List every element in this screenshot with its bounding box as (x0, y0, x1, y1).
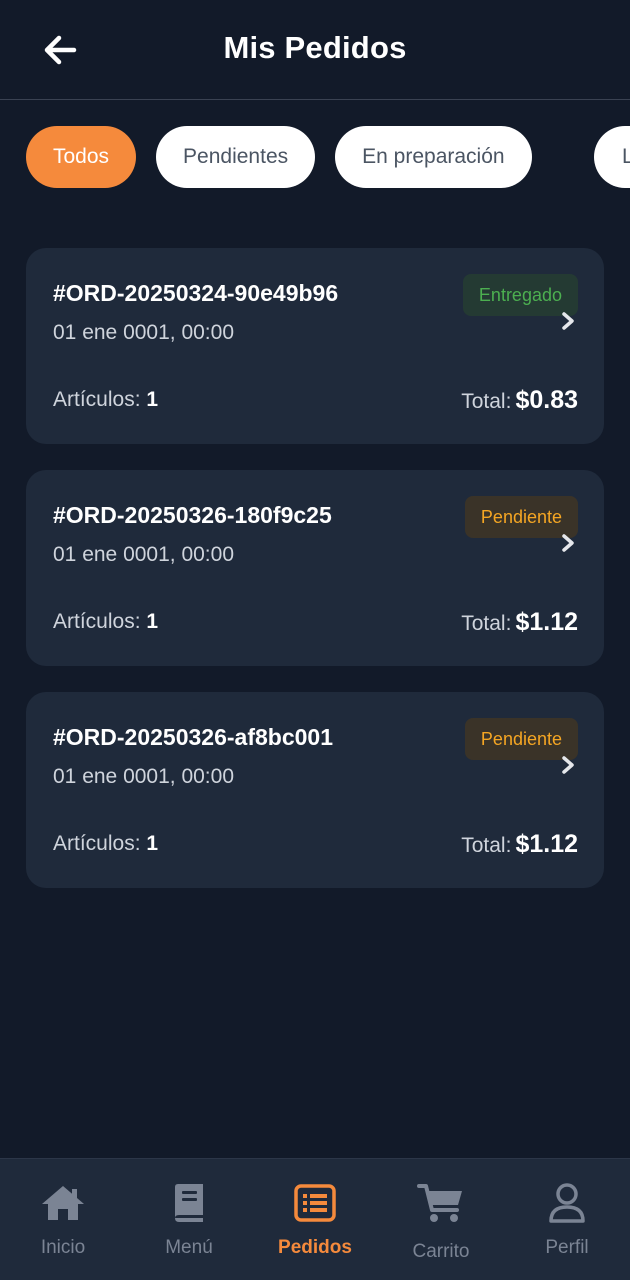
filter-chip-overflow: L (594, 126, 630, 188)
order-items: Artículos: 1 (53, 388, 158, 412)
order-card[interactable]: #ORD-20250324-90e49b96 01 ene 0001, 00:0… (26, 248, 604, 444)
filter-chip-pendientes[interactable]: Pendientes (156, 126, 316, 188)
filter-chip-en-preparacion[interactable]: En preparación (335, 126, 532, 188)
chevron-right-icon (558, 310, 578, 332)
items-count: 1 (146, 388, 159, 411)
nav-label: Pedidos (278, 1237, 352, 1258)
nav-label: Perfil (545, 1237, 589, 1258)
order-items: Artículos: 1 (53, 610, 158, 634)
items-label: Artículos: (53, 388, 141, 411)
total-label: Total: (461, 390, 512, 413)
nav-label: Inicio (40, 1237, 86, 1258)
order-total: Total: $0.83 (461, 386, 578, 415)
total-label: Total: (461, 834, 512, 857)
order-date: 01 ene 0001, 00:00 (53, 543, 235, 566)
orders-screen: Mis Pedidos Todos Pendientes En preparac… (0, 0, 630, 1280)
list-icon (291, 1181, 339, 1225)
nav-label: Carrito (412, 1241, 470, 1262)
order-total: Total: $1.12 (461, 830, 578, 859)
total-value: $1.12 (515, 830, 578, 858)
nav-item-inicio[interactable]: Inicio (0, 1159, 126, 1280)
items-label: Artículos: (53, 610, 141, 633)
total-label: Total: (461, 612, 512, 635)
order-id: #ORD-20250326-180f9c25 (53, 502, 332, 528)
nav-item-menu[interactable]: Menú (126, 1159, 252, 1280)
chevron-right-icon (558, 532, 578, 554)
user-icon (543, 1181, 591, 1225)
order-total: Total: $1.12 (461, 608, 578, 637)
home-icon (39, 1181, 87, 1225)
order-items: Artículos: 1 (53, 832, 158, 856)
order-date: 01 ene 0001, 00:00 (53, 765, 235, 788)
nav-item-carrito[interactable]: Carrito (378, 1159, 504, 1280)
filter-chip-todos[interactable]: Todos (26, 126, 137, 188)
nav-label: Menú (165, 1237, 213, 1258)
order-id: #ORD-20250326-af8bc001 (53, 724, 334, 750)
total-value: $1.12 (515, 608, 578, 636)
order-card[interactable]: #ORD-20250326-180f9c25 01 ene 0001, 00:0… (26, 470, 604, 666)
cart-icon (417, 1181, 465, 1225)
chevron-right-icon (558, 754, 578, 776)
book-icon (165, 1181, 213, 1225)
total-value: $0.83 (515, 386, 578, 414)
order-id: #ORD-20250324-90e49b96 (53, 280, 339, 306)
filter-chip-partial[interactable]: L (594, 126, 630, 188)
nav-item-pedidos[interactable]: Pedidos (252, 1159, 378, 1280)
order-card[interactable]: #ORD-20250326-af8bc001 01 ene 0001, 00:0… (26, 692, 604, 888)
items-label: Artículos: (53, 832, 141, 855)
status-filter-bar: Todos Pendientes En preparación (26, 126, 532, 188)
app-header: Mis Pedidos (0, 0, 630, 100)
bottom-nav: Inicio Menú Pedidos Carrito Perfil (0, 1158, 630, 1280)
page-title: Mis Pedidos (223, 30, 407, 65)
items-count: 1 (146, 832, 159, 855)
nav-item-perfil[interactable]: Perfil (504, 1159, 630, 1280)
items-count: 1 (146, 610, 159, 633)
order-date: 01 ene 0001, 00:00 (53, 321, 235, 344)
